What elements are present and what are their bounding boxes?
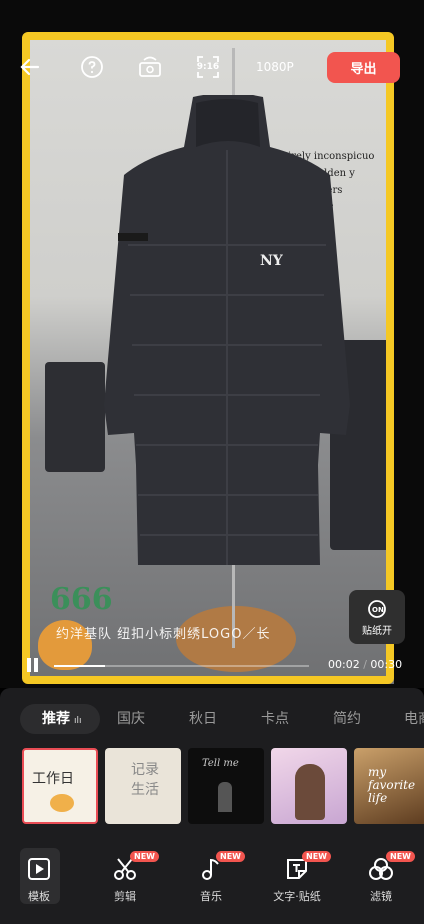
pause-icon[interactable] (26, 658, 40, 672)
template-text: my favorite life (368, 765, 416, 805)
tab-label: 推荐 (42, 711, 70, 727)
template-text: 工作日 (32, 771, 74, 787)
aspect-ratio-button[interactable]: 9:16 (194, 52, 222, 82)
playback-progress (54, 665, 105, 667)
person-photo (295, 764, 325, 820)
nav-label: 滤镜 (370, 890, 392, 903)
cover-icon[interactable] (136, 52, 164, 82)
nav-label: 剪辑 (114, 890, 136, 903)
time-readout: 00:02 / 00:30 (328, 658, 403, 671)
sticker-on-icon: ON (368, 599, 386, 618)
nav-label: 音乐 (200, 890, 222, 903)
template-thumb[interactable]: 工作日 (22, 748, 98, 824)
equalizer-icon: ılı (74, 716, 82, 726)
nav-text-sticker[interactable]: NEW 文字·贴纸 (262, 848, 332, 908)
nav-edit[interactable]: NEW 剪辑 (90, 848, 160, 908)
template-text: Tell me (202, 758, 239, 769)
play-square-icon (28, 858, 50, 880)
sticker-toggle-label: 贴纸开 (362, 625, 392, 637)
tab-national-day[interactable]: 国庆 (117, 704, 145, 734)
sticker-666: 666 (50, 582, 113, 617)
aspect-ratio-label: 9:16 (196, 62, 220, 72)
nav-label: 文字·贴纸 (273, 890, 321, 903)
new-badge: NEW (386, 851, 415, 862)
video-preview: irely inconspicuo will sudden y ing of p… (0, 0, 424, 688)
export-button[interactable]: 导出 (327, 52, 400, 83)
svg-text:ON: ON (372, 606, 384, 614)
nav-label: 模板 (28, 890, 50, 903)
template-list: 工作日 记录生活 Tell me my favorite life (22, 748, 424, 824)
new-badge: NEW (130, 851, 159, 862)
new-badge: NEW (302, 851, 331, 862)
template-thumb[interactable]: my favorite life (354, 748, 424, 824)
back-arrow-icon[interactable] (16, 52, 44, 82)
tab-autumn[interactable]: 秋日 (189, 704, 217, 734)
dog-illustration (50, 794, 74, 812)
nav-music[interactable]: NEW 音乐 (176, 848, 246, 908)
template-text: 记录生活 (131, 762, 159, 798)
video-caption: 约洋基队 纽扣小标刺绣LOGO／长 (56, 627, 271, 642)
nav-filter[interactable]: NEW 滤镜 (346, 848, 416, 908)
category-tabs: 推荐 ılı 国庆 秋日 卡点 简约 电商 (0, 704, 424, 738)
time-current: 00:02 (328, 658, 360, 671)
tab-minimal[interactable]: 简约 (333, 704, 361, 734)
new-badge: NEW (216, 851, 245, 862)
sticker-toggle-button[interactable]: ON 贴纸开 (349, 590, 405, 644)
tab-beat-sync[interactable]: 卡点 (261, 704, 289, 734)
template-thumb[interactable]: Tell me (188, 748, 264, 824)
resolution-selector[interactable]: 1080P (256, 60, 294, 74)
template-thumb[interactable] (271, 748, 347, 824)
help-icon[interactable] (79, 52, 105, 82)
template-thumb[interactable]: 记录生活 (105, 748, 181, 824)
playback-bar: 00:02 / 00:30 (22, 656, 412, 676)
tab-recommend[interactable]: 推荐 ılı (20, 704, 100, 734)
nav-template[interactable]: 模板 (4, 848, 74, 908)
playback-slider[interactable] (54, 665, 309, 667)
time-total: 00:30 (370, 658, 403, 671)
bottom-nav: 模板 NEW 剪辑 NEW 音乐 NEW 文字·贴纸 NEW 滤镜 (0, 848, 424, 924)
couple-silhouette (218, 782, 232, 812)
tab-ecommerce[interactable]: 电商 (404, 704, 424, 734)
